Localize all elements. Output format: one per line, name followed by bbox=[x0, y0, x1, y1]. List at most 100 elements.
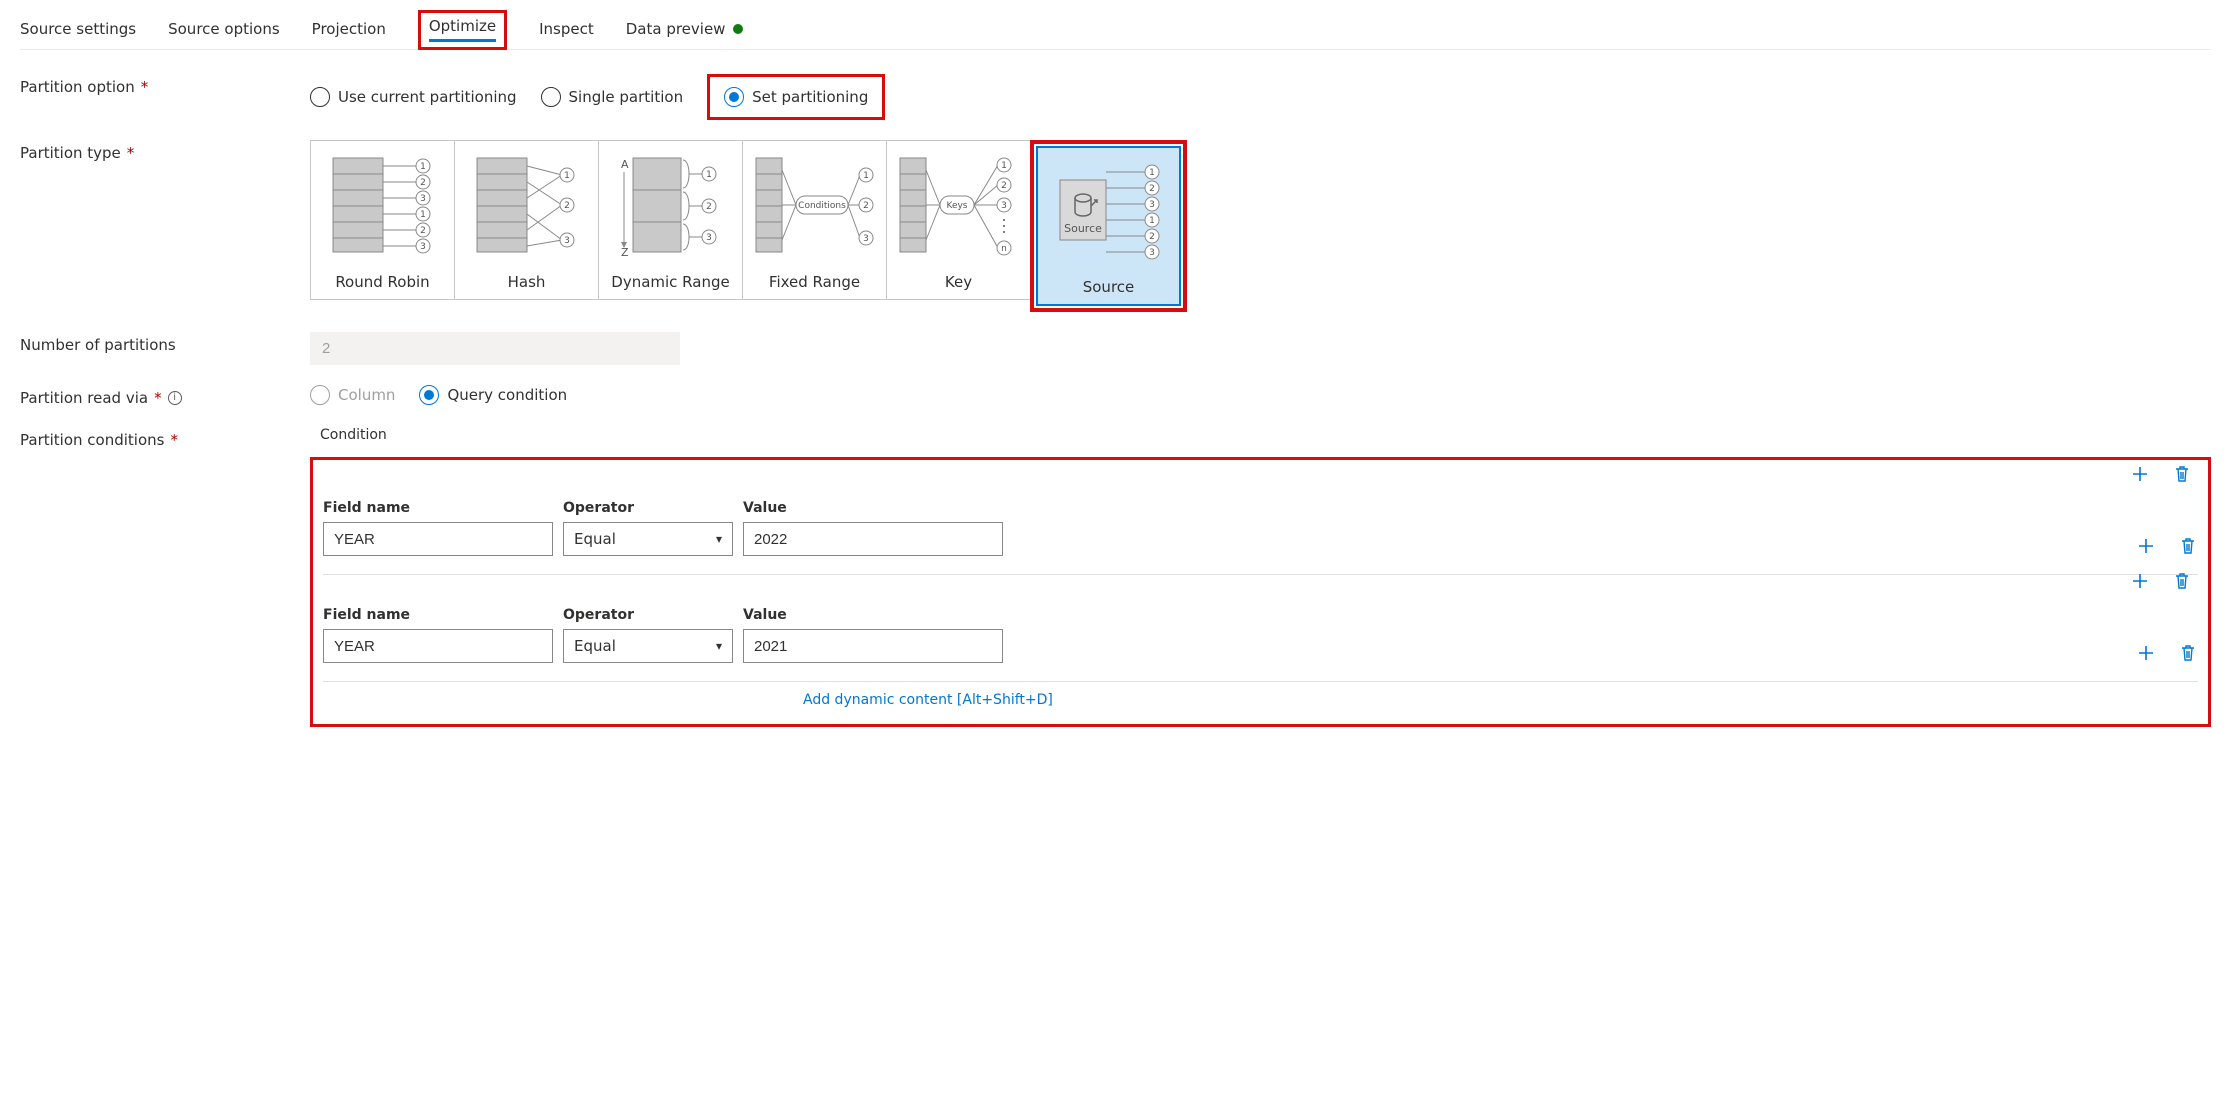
svg-text:2: 2 bbox=[706, 202, 712, 212]
radio-single-partition-label: Single partition bbox=[569, 88, 684, 106]
svg-text:1: 1 bbox=[1149, 216, 1155, 226]
plus-icon bbox=[2136, 643, 2156, 663]
radio-use-current-partitioning[interactable]: Use current partitioning bbox=[310, 87, 517, 107]
fixed-range-icon: Conditions 123 bbox=[750, 150, 880, 260]
card-dynamic-range-label: Dynamic Range bbox=[611, 273, 729, 291]
trash-icon bbox=[2178, 643, 2198, 663]
select-operator-1[interactable]: Equal ▾ bbox=[563, 629, 733, 663]
tab-optimize[interactable]: Optimize bbox=[429, 17, 496, 42]
add-condition-button-0[interactable] bbox=[2136, 536, 2156, 556]
radio-query-condition[interactable]: Query condition bbox=[419, 385, 567, 405]
select-operator-1-value: Equal bbox=[574, 637, 616, 655]
card-hash-label: Hash bbox=[508, 273, 546, 291]
card-fixed-range[interactable]: Conditions 123 Fixed Range bbox=[742, 140, 887, 300]
delete-condition-button-1[interactable] bbox=[2178, 643, 2198, 663]
dynamic-range-icon: A Z 123 bbox=[611, 150, 731, 260]
plus-icon bbox=[2130, 571, 2150, 591]
card-round-robin[interactable]: 12 31 23 Round Robin bbox=[310, 140, 455, 300]
input-field-name-0[interactable] bbox=[323, 522, 553, 556]
radio-column[interactable]: Column bbox=[310, 385, 395, 405]
condition-row: Field name Operator Equal ▾ Value bbox=[323, 595, 2198, 682]
radio-single-partition[interactable]: Single partition bbox=[541, 87, 684, 107]
condition-row: Field name Operator Equal ▾ Value bbox=[323, 488, 2198, 575]
header-field-name: Field name bbox=[323, 500, 553, 516]
highlight-optimize-tab: Optimize bbox=[418, 10, 507, 50]
svg-text:3: 3 bbox=[564, 236, 570, 246]
radio-set-partitioning-label: Set partitioning bbox=[752, 88, 868, 106]
info-icon[interactable]: i bbox=[168, 391, 182, 405]
header-field-name: Field name bbox=[323, 607, 553, 623]
tabs: Source settings Source options Projectio… bbox=[20, 10, 2211, 50]
select-operator-0[interactable]: Equal ▾ bbox=[563, 522, 733, 556]
trash-icon bbox=[2178, 536, 2198, 556]
label-partition-type: Partition type* bbox=[20, 140, 310, 162]
card-fixed-range-label: Fixed Range bbox=[769, 273, 860, 291]
add-dynamic-content-link[interactable]: Add dynamic content [Alt+Shift+D] bbox=[323, 692, 2198, 708]
svg-text:3: 3 bbox=[1001, 201, 1007, 211]
card-hash[interactable]: 1 2 3 Hash bbox=[454, 140, 599, 300]
svg-text:Source: Source bbox=[1064, 222, 1102, 235]
svg-text:3: 3 bbox=[1149, 248, 1155, 258]
card-round-robin-label: Round Robin bbox=[335, 273, 429, 291]
add-condition-group-button[interactable] bbox=[2130, 464, 2150, 484]
card-key[interactable]: Keys 12 3n Key bbox=[886, 140, 1031, 300]
add-condition-button-1[interactable] bbox=[2136, 643, 2156, 663]
card-dynamic-range[interactable]: A Z 123 bbox=[598, 140, 743, 300]
svg-text:2: 2 bbox=[420, 178, 426, 188]
svg-text:2: 2 bbox=[1149, 232, 1155, 242]
svg-text:1: 1 bbox=[564, 171, 570, 181]
tab-projection[interactable]: Projection bbox=[312, 10, 386, 49]
svg-text:A: A bbox=[621, 158, 629, 171]
svg-text:2: 2 bbox=[1001, 181, 1007, 191]
svg-text:Z: Z bbox=[621, 246, 629, 259]
plus-icon bbox=[2130, 464, 2150, 484]
highlight-conditions: Field name Operator Equal ▾ Value bbox=[310, 457, 2211, 727]
svg-text:3: 3 bbox=[706, 233, 712, 243]
delete-condition-group-button-2[interactable] bbox=[2172, 571, 2192, 591]
conditions-heading: Condition bbox=[310, 427, 2211, 443]
tab-source-options[interactable]: Source options bbox=[168, 10, 280, 49]
highlight-source-card: Source 1 2 3 1 bbox=[1030, 140, 1187, 312]
header-operator: Operator bbox=[563, 607, 733, 623]
partition-type-cards: 1 2 3 1 2 3 Round Robin bbox=[310, 140, 1187, 312]
trash-icon bbox=[2172, 571, 2192, 591]
svg-text:2: 2 bbox=[564, 201, 570, 211]
add-condition-group-button-2[interactable] bbox=[2130, 571, 2150, 591]
svg-text:3: 3 bbox=[1149, 200, 1155, 210]
radio-set-partitioning[interactable]: Set partitioning bbox=[724, 87, 868, 107]
svg-text:1: 1 bbox=[420, 162, 426, 172]
card-key-label: Key bbox=[945, 273, 972, 291]
svg-text:2: 2 bbox=[863, 201, 869, 211]
svg-text:1: 1 bbox=[1149, 168, 1155, 178]
tab-source-settings[interactable]: Source settings bbox=[20, 10, 136, 49]
radio-use-current-partitioning-label: Use current partitioning bbox=[338, 88, 517, 106]
delete-condition-group-button[interactable] bbox=[2172, 464, 2192, 484]
hash-icon: 1 2 3 bbox=[467, 150, 587, 260]
input-value-1[interactable] bbox=[743, 629, 1003, 663]
label-partition-option: Partition option* bbox=[20, 74, 310, 96]
input-field-name-1[interactable] bbox=[323, 629, 553, 663]
label-num-partitions: Number of partitions bbox=[20, 332, 310, 354]
svg-text:2: 2 bbox=[420, 226, 426, 236]
svg-text:Conditions: Conditions bbox=[798, 201, 846, 211]
svg-text:Keys: Keys bbox=[946, 201, 967, 211]
svg-text:1: 1 bbox=[420, 210, 426, 220]
label-partition-conditions: Partition conditions* bbox=[20, 427, 310, 449]
radio-query-condition-label: Query condition bbox=[447, 386, 567, 404]
tab-data-preview-label: Data preview bbox=[626, 20, 726, 38]
delete-condition-button-0[interactable] bbox=[2178, 536, 2198, 556]
input-num-partitions[interactable] bbox=[310, 332, 680, 365]
trash-icon bbox=[2172, 464, 2192, 484]
svg-text:1: 1 bbox=[1001, 161, 1007, 171]
card-source[interactable]: Source 1 2 3 1 bbox=[1036, 146, 1181, 306]
chevron-down-icon: ▾ bbox=[716, 639, 722, 653]
svg-text:1: 1 bbox=[863, 171, 869, 181]
input-value-0[interactable] bbox=[743, 522, 1003, 556]
highlight-set-partitioning: Set partitioning bbox=[707, 74, 885, 120]
header-value: Value bbox=[743, 607, 1003, 623]
tab-inspect[interactable]: Inspect bbox=[539, 10, 594, 49]
radio-column-label: Column bbox=[338, 386, 395, 404]
tab-data-preview[interactable]: Data preview bbox=[626, 10, 744, 49]
svg-text:2: 2 bbox=[1149, 184, 1155, 194]
label-partition-read-via: Partition read via* i bbox=[20, 385, 310, 407]
